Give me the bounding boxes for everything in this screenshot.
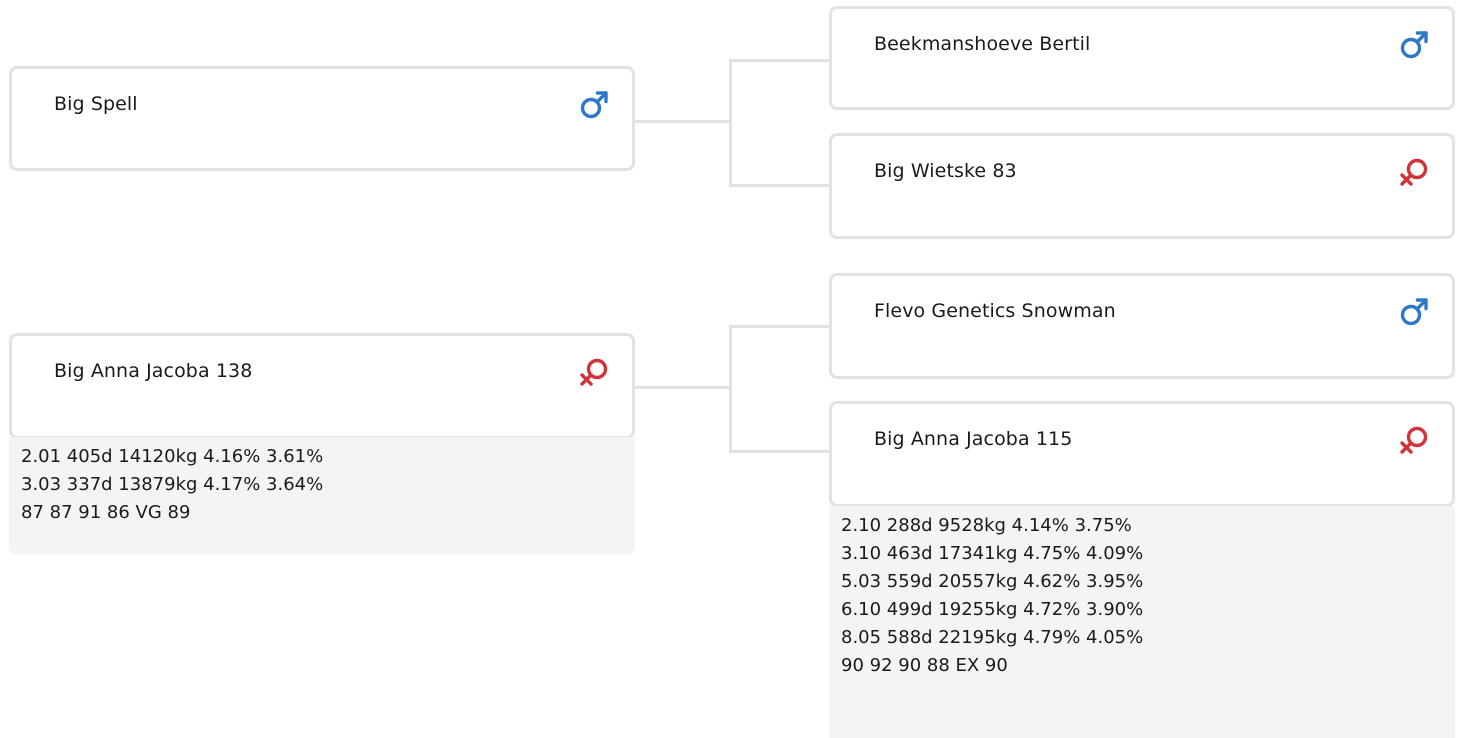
stat-line: 87 87 91 86 VG 89 [21,502,191,523]
pedigree-connector [729,59,732,187]
male-symbol-icon [578,89,610,121]
pedigree-connector [729,59,831,62]
animal-name: Big Wietske 83 [874,160,1017,182]
stat-line: 90 92 90 88 EX 90 [841,655,1008,676]
pedigree-connector [729,325,732,453]
stat-line: 5.03 559d 20557kg 4.62% 3.95% [841,571,1144,592]
animal-name: Beekmanshoeve Bertil [874,33,1091,55]
pedigree-connector [634,120,732,123]
pedigree-connector [729,450,831,453]
female-symbol-icon [1398,156,1430,188]
stat-line: 3.10 463d 17341kg 4.75% 4.09% [841,543,1144,564]
pedigree-connector [729,325,831,328]
dam-performance-stats: 2.01 405d 14120kg 4.16% 3.61% 3.03 337d … [9,437,635,555]
sire-dam-card[interactable]: Big Wietske 83 [829,133,1455,239]
female-symbol-icon [578,356,610,388]
stat-line: 2.01 405d 14120kg 4.16% 3.61% [21,446,324,467]
sire-card[interactable]: Big Spell [9,66,635,171]
sire-sire-card[interactable]: Beekmanshoeve Bertil [829,6,1455,110]
stat-line: 2.10 288d 9528kg 4.14% 3.75% [841,515,1132,536]
dam-dam-card[interactable]: Big Anna Jacoba 115 [829,401,1455,507]
animal-name: Big Anna Jacoba 138 [54,360,253,382]
stat-line: 8.05 588d 22195kg 4.79% 4.05% [841,627,1144,648]
dam-card[interactable]: Big Anna Jacoba 138 [9,333,635,439]
male-symbol-icon [1398,29,1430,61]
animal-name: Flevo Genetics Snowman [874,300,1116,322]
dam-dam-performance-stats: 2.10 288d 9528kg 4.14% 3.75% 3.10 463d 1… [829,506,1455,738]
dam-sire-card[interactable]: Flevo Genetics Snowman [829,273,1455,379]
animal-name: Big Anna Jacoba 115 [874,428,1073,450]
animal-name: Big Spell [54,93,138,115]
stat-line: 3.03 337d 13879kg 4.17% 3.64% [21,474,324,495]
pedigree-connector [634,386,732,389]
male-symbol-icon [1398,296,1430,328]
pedigree-connector [729,184,831,187]
female-symbol-icon [1398,424,1430,456]
stat-line: 6.10 499d 19255kg 4.72% 3.90% [841,599,1144,620]
